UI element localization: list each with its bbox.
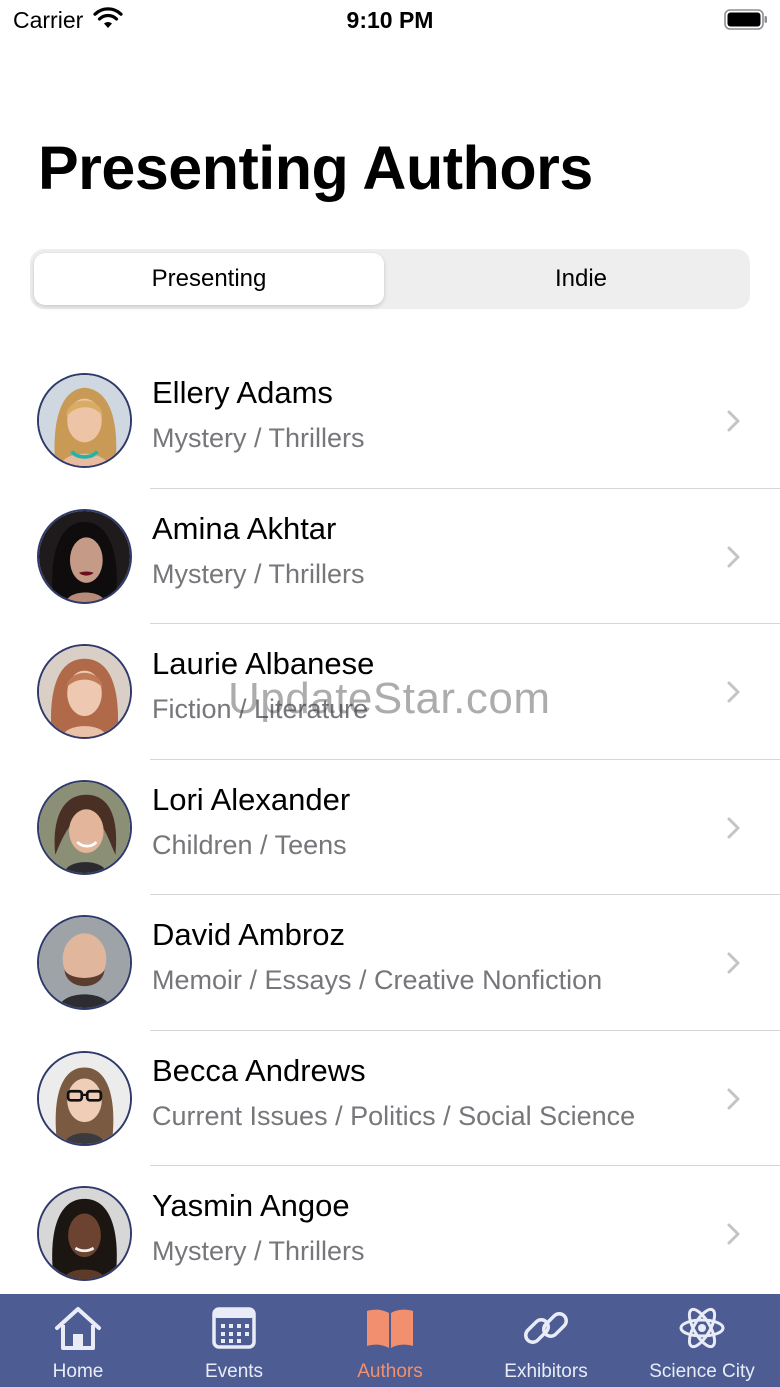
author-genre: Mystery / Thrillers [152,423,365,453]
author-row[interactable]: David Ambroz Memoir / Essays / Creative … [0,895,780,1031]
tab-label: Science City [649,1361,755,1382]
author-row[interactable]: Yasmin Angoe Mystery / Thrillers [0,1166,780,1302]
author-name: Amina Akhtar [152,510,337,546]
clock: 9:10 PM [346,7,434,33]
tab-label: Home [52,1361,104,1382]
battery-icon [724,9,767,30]
tab-authors[interactable]: Authors [312,1294,468,1387]
author-name: Lori Alexander [152,781,351,817]
author-avatar [37,508,132,604]
author-row[interactable]: Ellery Adams Mystery / Thrillers [0,353,780,489]
page-title: Presenting Authors [38,134,593,202]
author-row[interactable]: Amina Akhtar Mystery / Thrillers [0,489,780,624]
calendar-icon [212,1307,256,1349]
tab-events[interactable]: Events [156,1294,312,1387]
tab-bar: Home Events Authors Exhibitors Science C… [0,1294,780,1387]
segment-indie[interactable]: Indie [416,253,746,305]
tab-home[interactable]: Home [0,1294,156,1387]
home-icon [55,1307,101,1350]
author-genre: Memoir / Essays / Creative Nonfiction [152,965,603,995]
chevron-right-icon [727,546,740,567]
tab-label: Authors [357,1361,423,1382]
author-genre: Mystery / Thrillers [152,558,365,589]
author-name: Becca Andrews [152,1052,366,1088]
chevron-right-icon [727,817,740,838]
book-icon [367,1309,413,1348]
tab-label: Events [204,1361,264,1382]
author-row[interactable]: Becca Andrews Current Issues / Politics … [0,1031,780,1166]
author-name: Ellery Adams [152,375,333,410]
chevron-right-icon [727,1088,740,1109]
chevron-right-icon [727,410,740,432]
author-genre: Mystery / Thrillers [152,1236,365,1266]
status-bar: Carrier 9:10 PM [0,0,780,40]
author-avatar [37,373,132,468]
author-name: Laurie Albanese [152,646,375,681]
chevron-right-icon [727,1223,740,1245]
author-avatar [37,915,132,1010]
author-avatar [37,1050,132,1146]
chevron-right-icon [727,952,740,974]
author-row[interactable]: Lori Alexander Children / Teens [0,760,780,895]
tab-label: Exhibitors [504,1361,588,1382]
author-list: Ellery Adams Mystery / Thrillers Amina A… [0,353,780,1302]
author-avatar [37,1186,132,1281]
author-avatar [37,644,132,739]
segmented-control: Presenting Indie [30,249,750,309]
tab-exhibitors[interactable]: Exhibitors [468,1294,624,1387]
author-avatar [37,779,132,875]
author-name: Yasmin Angoe [152,1188,350,1223]
atom-icon [679,1307,725,1349]
chevron-right-icon [727,681,740,703]
author-name: David Ambroz [152,917,345,952]
tab-science-city[interactable]: Science City [624,1294,780,1387]
segment-presenting[interactable]: Presenting [34,253,384,305]
author-genre: Fiction / Literature [152,694,369,724]
link-icon [524,1312,568,1344]
author-genre: Current Issues / Politics / Social Scien… [152,1100,636,1131]
author-row[interactable]: Laurie Albanese Fiction / Literature [0,624,780,760]
author-genre: Children / Teens [152,829,347,860]
